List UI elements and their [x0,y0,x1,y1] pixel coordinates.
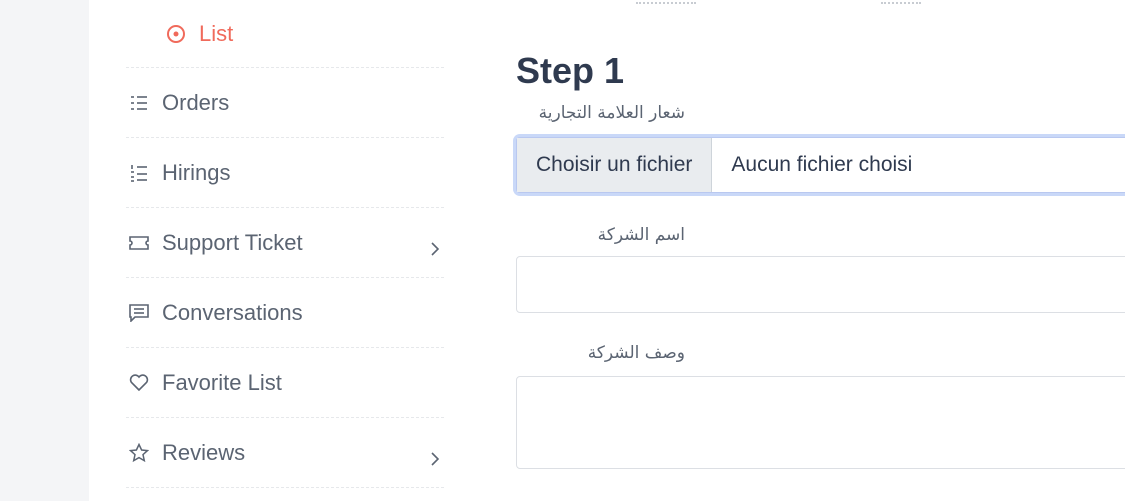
sidebar-item-label: List [199,20,234,46]
star-icon [128,442,150,464]
choose-file-button[interactable]: Choisir un fichier [517,138,713,192]
company-name-input[interactable] [516,256,1125,313]
chevron-right-icon[interactable] [428,446,442,466]
sidebar-item-hirings[interactable]: Hirings [126,138,444,208]
radio-circle-icon [165,23,187,45]
company-description-textarea[interactable] [516,376,1125,469]
message-icon [128,302,150,324]
sidebar-item-label: Reviews [162,439,246,465]
ticket-icon [128,232,150,254]
brand-logo-file-input[interactable]: Choisir un fichier Aucun fichier choisi [516,137,1125,193]
heart-icon [128,372,150,394]
company-name-label: اسم الشركة [597,225,685,245]
sidebar-item-label: Orders [162,89,230,115]
sidebar-item-conversations[interactable]: Conversations [126,278,444,348]
sidebar-item-label: Hirings [162,159,231,185]
sidebar: List Orders Hirings Support Ticket Conve… [89,0,481,501]
sidebar-item-favorite-list[interactable]: Favorite List [126,348,444,418]
page-title: Step 1 [516,50,625,91]
divider [881,0,921,4]
sidebar-item-label: Favorite List [162,369,282,395]
sidebar-item-support-ticket[interactable]: Support Ticket [126,208,444,278]
chevron-right-icon[interactable] [428,236,442,256]
brand-logo-label: شعار العلامة التجارية [538,103,685,123]
list-icon [128,92,150,114]
sidebar-item-orders[interactable]: Orders [126,68,444,138]
sidebar-item-label: Conversations [162,299,303,325]
company-description-label: وصف الشركة [587,343,685,363]
divider [636,0,696,4]
main-content: Step 1 شعار العلامة التجارية Choisir un … [481,0,1125,501]
sidebar-menu: List Orders Hirings Support Ticket Conve… [126,0,444,488]
sidebar-item-list[interactable]: List [126,0,444,68]
sidebar-item-reviews[interactable]: Reviews [126,418,444,488]
numbered-list-icon [128,162,150,184]
sidebar-item-label: Support Ticket [162,229,303,255]
file-status: Aucun fichier choisi [731,153,913,176]
